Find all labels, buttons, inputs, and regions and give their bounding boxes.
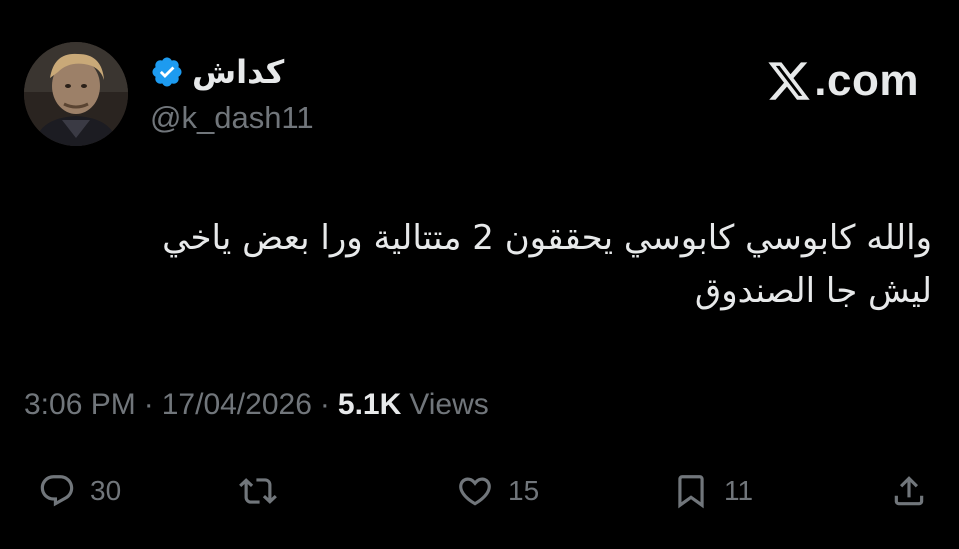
repost-icon	[239, 478, 277, 504]
tweet-body: والله كابوسي كابوسي يحققون 2 متتالية ورا…	[52, 212, 932, 318]
views-count[interactable]: 5.1K	[338, 388, 401, 422]
bookmark-count: 11	[724, 475, 754, 506]
tweet-card: كداش @k_dash11 .com والله كابوسي كابوسي …	[0, 0, 959, 549]
tweet-line: والله كابوسي كابوسي يحققون 2 متتالية ورا…	[162, 218, 932, 258]
bookmark-button[interactable]: 11	[672, 468, 753, 514]
reply-button[interactable]: 30	[38, 468, 121, 514]
avatar-image	[24, 42, 128, 146]
like-button[interactable]: 15	[456, 468, 539, 514]
author-name-row[interactable]: كداش	[150, 50, 284, 94]
brand-domain-text: .com	[814, 56, 919, 105]
x-logo-icon	[766, 58, 812, 104]
tweet-line: ليش جا الصندوق	[694, 271, 932, 311]
share-icon	[894, 476, 924, 506]
tweet-date[interactable]: 17/04/2026	[162, 388, 312, 422]
meta-separator: ·	[319, 388, 330, 421]
brand-watermark: .com	[766, 56, 919, 106]
author-handle[interactable]: @k_dash11	[150, 100, 314, 136]
verified-badge-icon	[150, 55, 184, 89]
reply-count: 30	[90, 475, 122, 506]
tweet-meta: 3:06 PM · 17/04/2026 · 5.1K Views	[24, 388, 489, 422]
avatar[interactable]	[24, 42, 128, 146]
like-count: 15	[508, 475, 540, 506]
reply-icon	[40, 475, 74, 507]
action-bar: 30 15 11	[0, 468, 959, 514]
repost-button[interactable]	[239, 468, 291, 514]
heart-icon	[459, 477, 491, 506]
tweet-time[interactable]: 3:06 PM	[24, 388, 136, 422]
bookmark-icon	[678, 475, 704, 509]
share-button[interactable]	[890, 468, 928, 514]
meta-separator: ·	[143, 388, 154, 421]
views-label[interactable]: Views	[409, 388, 488, 422]
display-name[interactable]: كداش	[192, 56, 284, 88]
